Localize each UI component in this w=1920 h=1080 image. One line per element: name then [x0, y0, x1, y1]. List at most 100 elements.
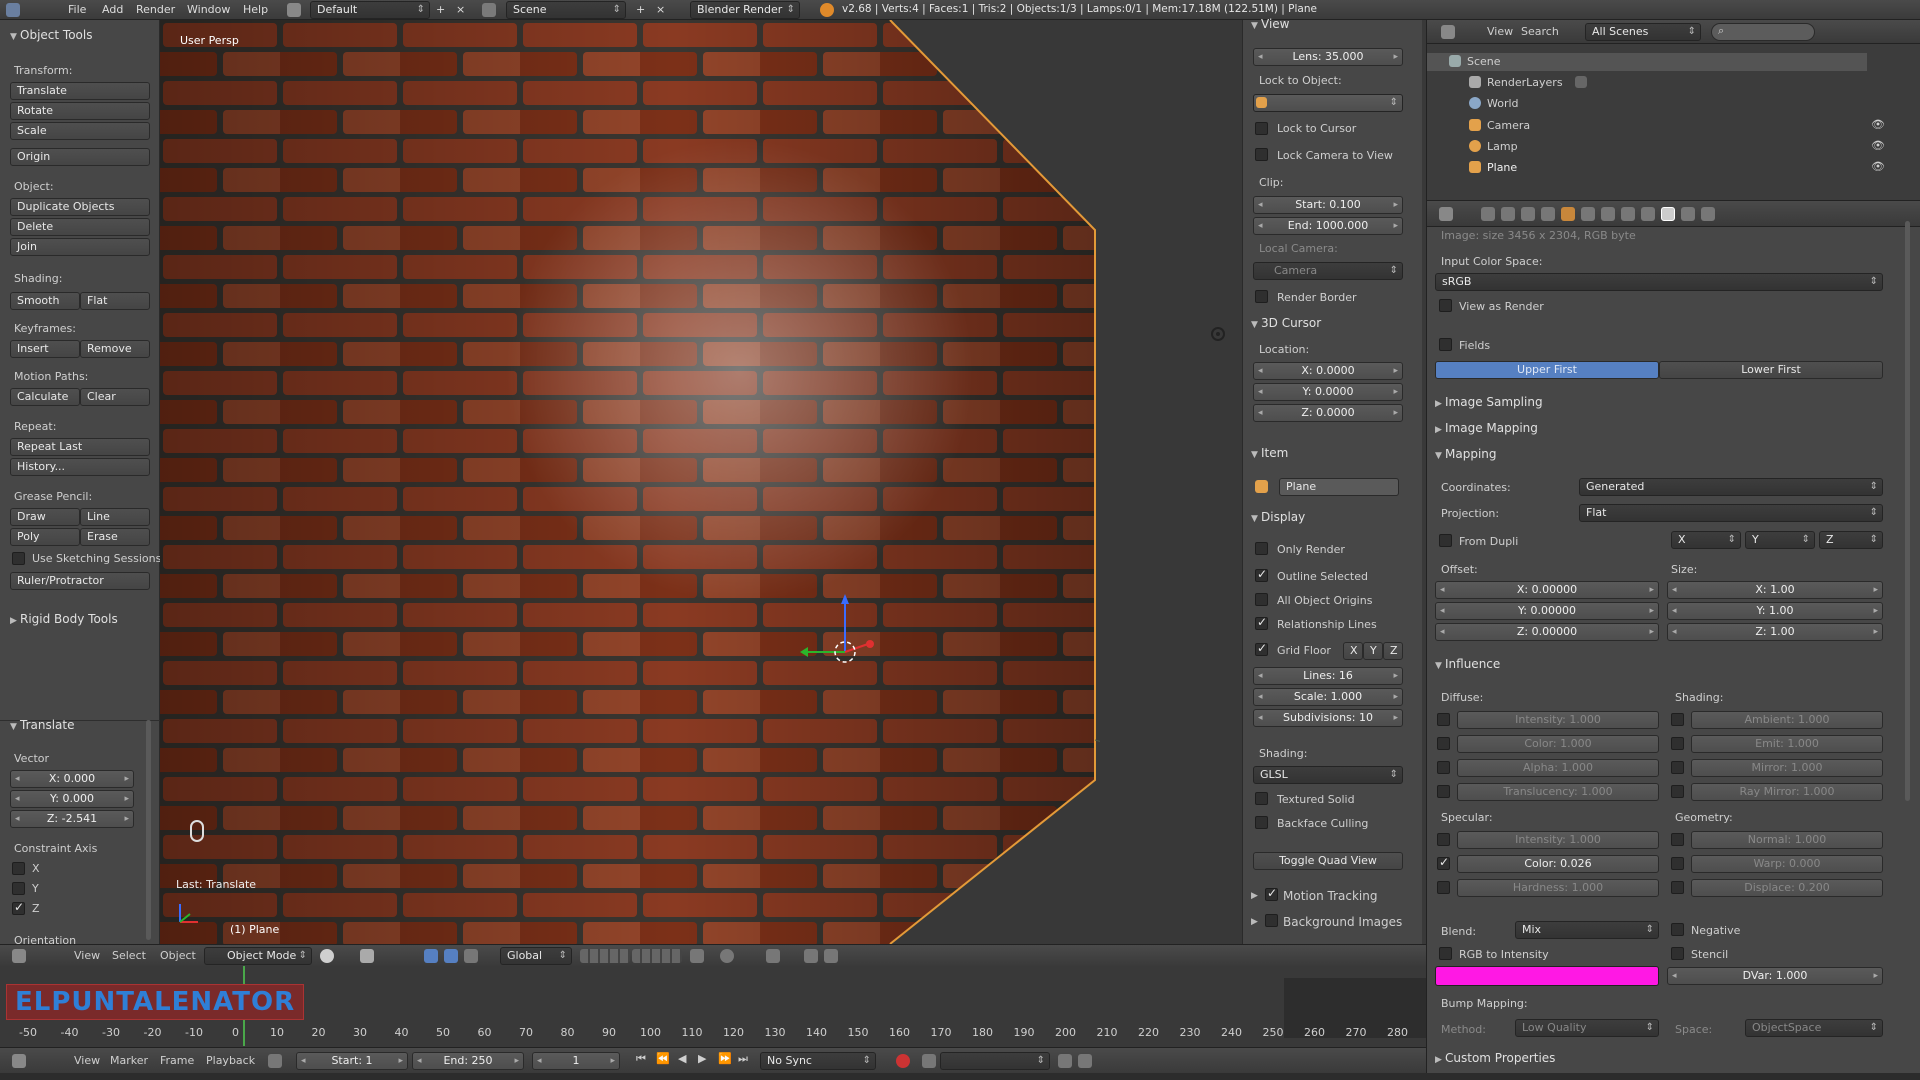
projection-y-select[interactable]: Y	[1745, 531, 1815, 549]
offset-x-field[interactable]: ◂ X: 0.00000 ▸	[1435, 581, 1659, 599]
plane-visibility-icon[interactable]: 👁	[1871, 160, 1885, 173]
negative-checkbox[interactable]	[1671, 923, 1684, 936]
render-engine-select[interactable]: Blender Render	[690, 1, 800, 19]
manipulator-rotate-icon[interactable]	[444, 949, 458, 963]
local-camera-field[interactable]: Camera	[1253, 262, 1403, 280]
background-images-header[interactable]: ▶	[1251, 913, 1261, 927]
scene-select[interactable]: Scene	[506, 1, 626, 19]
preview-range-icon[interactable]	[268, 1054, 282, 1068]
color-space-select[interactable]: sRGB	[1435, 273, 1883, 291]
lamp-visibility-icon[interactable]: 👁	[1871, 139, 1885, 152]
shading-raymirror-field[interactable]: Ray Mirror: 1.000	[1691, 783, 1883, 801]
clear-button[interactable]: Clear	[80, 388, 150, 406]
blend-select[interactable]: Mix	[1515, 921, 1659, 939]
lower-first-toggle[interactable]: Lower First	[1659, 361, 1883, 379]
size-y-field[interactable]: ◂ Y: 1.00 ▸	[1667, 602, 1883, 620]
calculate-button[interactable]: Calculate	[10, 388, 80, 406]
opengl-render-icon[interactable]	[804, 949, 818, 963]
timeline-marker-menu[interactable]: Marker	[110, 1054, 148, 1067]
specular-hardness-checkbox[interactable]	[1437, 881, 1450, 894]
outliner-row-plane[interactable]: Plane 👁	[1427, 159, 1920, 177]
manipulator-scale-icon[interactable]	[464, 949, 478, 963]
smooth-button[interactable]: Smooth	[10, 292, 80, 310]
current-frame-field[interactable]: ◂ 1 ▸	[532, 1052, 620, 1070]
outliner-row-lamp[interactable]: Lamp 👁	[1427, 138, 1920, 156]
method-select[interactable]: Low Quality	[1515, 1019, 1659, 1037]
menu-file[interactable]: File	[68, 3, 86, 16]
render-layers-tab-icon[interactable]	[1501, 207, 1515, 221]
start-frame-field[interactable]: ◂ Start: 1 ▸	[296, 1052, 408, 1070]
delete-keyframe-icon[interactable]	[1078, 1054, 1092, 1068]
remove-keyframe-button[interactable]: Remove	[80, 340, 150, 358]
close-scene-icon[interactable]: ×	[656, 3, 665, 16]
screen-layout-icon[interactable]	[287, 3, 301, 17]
use-sketching-checkbox[interactable]	[12, 552, 25, 565]
render-tab-icon[interactable]	[1481, 207, 1495, 221]
join-button[interactable]: Join	[10, 238, 150, 256]
item-header[interactable]: ▼ Item	[1251, 446, 1288, 460]
display-mode-select[interactable]: All Scenes	[1585, 23, 1701, 41]
outliner-search-input[interactable]: ⌕	[1711, 23, 1815, 41]
projection-select[interactable]: Flat	[1579, 504, 1883, 522]
motion-tracking-header[interactable]: ▶	[1251, 887, 1261, 901]
cursor-z-field[interactable]: ◂ Z: 0.0000 ▸	[1253, 404, 1403, 422]
constraint-z-checkbox[interactable]	[12, 900, 25, 915]
cursor-x-field[interactable]: ◂ X: 0.0000 ▸	[1253, 362, 1403, 380]
rigid-body-tools-header[interactable]: ▶ Rigid Body Tools	[10, 612, 118, 626]
physics-tab-icon[interactable]	[1701, 207, 1715, 221]
outliner-view-menu[interactable]: View	[1487, 25, 1513, 38]
3d-object-menu[interactable]: Object	[160, 949, 196, 962]
outliner-editor-icon[interactable]	[1441, 25, 1455, 39]
diffuse-color-field[interactable]: Color: 1.000	[1457, 735, 1659, 753]
particles-tab-icon[interactable]	[1681, 207, 1695, 221]
transform-manipulator[interactable]	[800, 592, 880, 682]
add-layout-icon[interactable]: +	[436, 3, 445, 16]
motion-tracking-checkbox[interactable]	[1265, 886, 1278, 901]
lock-camera-checkbox[interactable]	[1255, 148, 1268, 161]
specular-intensity-checkbox[interactable]	[1437, 833, 1450, 846]
grid-lines-field[interactable]: ◂ Lines: 16 ▸	[1253, 667, 1403, 685]
info-editor-icon[interactable]	[6, 3, 20, 17]
coordinates-select[interactable]: Generated	[1579, 478, 1883, 496]
shading-mode-select[interactable]: GLSL	[1253, 766, 1403, 784]
object-tab-icon[interactable]	[1561, 207, 1575, 221]
jump-end-icon[interactable]: ⏭	[738, 1052, 748, 1066]
translate-button[interactable]: Translate	[10, 82, 150, 100]
record-icon[interactable]	[896, 1054, 910, 1068]
data-tab-icon[interactable]	[1621, 207, 1635, 221]
menu-window[interactable]: Window	[187, 3, 230, 16]
menu-add[interactable]: Add	[102, 3, 123, 16]
clip-end-field[interactable]: ◂ End: 1000.000 ▸	[1253, 217, 1403, 235]
grid-subdivisions-field[interactable]: ◂ Subdivisions: 10 ▸	[1253, 709, 1403, 727]
history-button[interactable]: History...	[10, 458, 150, 476]
close-layout-icon[interactable]: ×	[456, 3, 465, 16]
scene-tab-icon[interactable]	[1521, 207, 1535, 221]
3d-cursor-header[interactable]: ▼ 3D Cursor	[1251, 316, 1321, 330]
menu-help[interactable]: Help	[243, 3, 268, 16]
outliner-search-menu[interactable]: Search	[1521, 25, 1559, 38]
geometry-displace-field[interactable]: Displace: 0.200	[1691, 879, 1883, 897]
grid-floor-checkbox[interactable]	[1255, 641, 1268, 656]
draw-button[interactable]: Draw	[10, 508, 80, 526]
poly-button[interactable]: Poly	[10, 528, 80, 546]
transform-orientation-select[interactable]: Global	[500, 947, 572, 965]
image-mapping-panel[interactable]: ▶ Image Mapping	[1435, 421, 1538, 435]
relationship-lines-checkbox[interactable]	[1255, 615, 1268, 630]
texture-tab-icon[interactable]	[1661, 207, 1675, 221]
screen-layout-select[interactable]: Default	[310, 1, 430, 19]
camera-visibility-icon[interactable]: 👁	[1871, 118, 1885, 131]
grid-axis-z-toggle[interactable]: Z	[1383, 642, 1403, 660]
constraint-x-checkbox[interactable]	[12, 862, 25, 875]
geometry-normal-checkbox[interactable]	[1671, 833, 1684, 846]
diffuse-alpha-checkbox[interactable]	[1437, 761, 1450, 774]
material-tab-icon[interactable]	[1641, 207, 1655, 221]
diffuse-alpha-field[interactable]: Alpha: 1.000	[1457, 759, 1659, 777]
size-x-field[interactable]: ◂ X: 1.00 ▸	[1667, 581, 1883, 599]
scale-button[interactable]: Scale	[10, 122, 150, 140]
geometry-normal-field[interactable]: Normal: 1.000	[1691, 831, 1883, 849]
influence-panel[interactable]: ▼ Influence	[1435, 657, 1500, 671]
object-tools-header[interactable]: ▼ Object Tools	[10, 28, 92, 42]
vector-y-field[interactable]: ◂ Y: 0.000 ▸	[10, 790, 134, 808]
stencil-checkbox[interactable]	[1671, 947, 1684, 960]
space-select[interactable]: ObjectSpace	[1745, 1019, 1883, 1037]
